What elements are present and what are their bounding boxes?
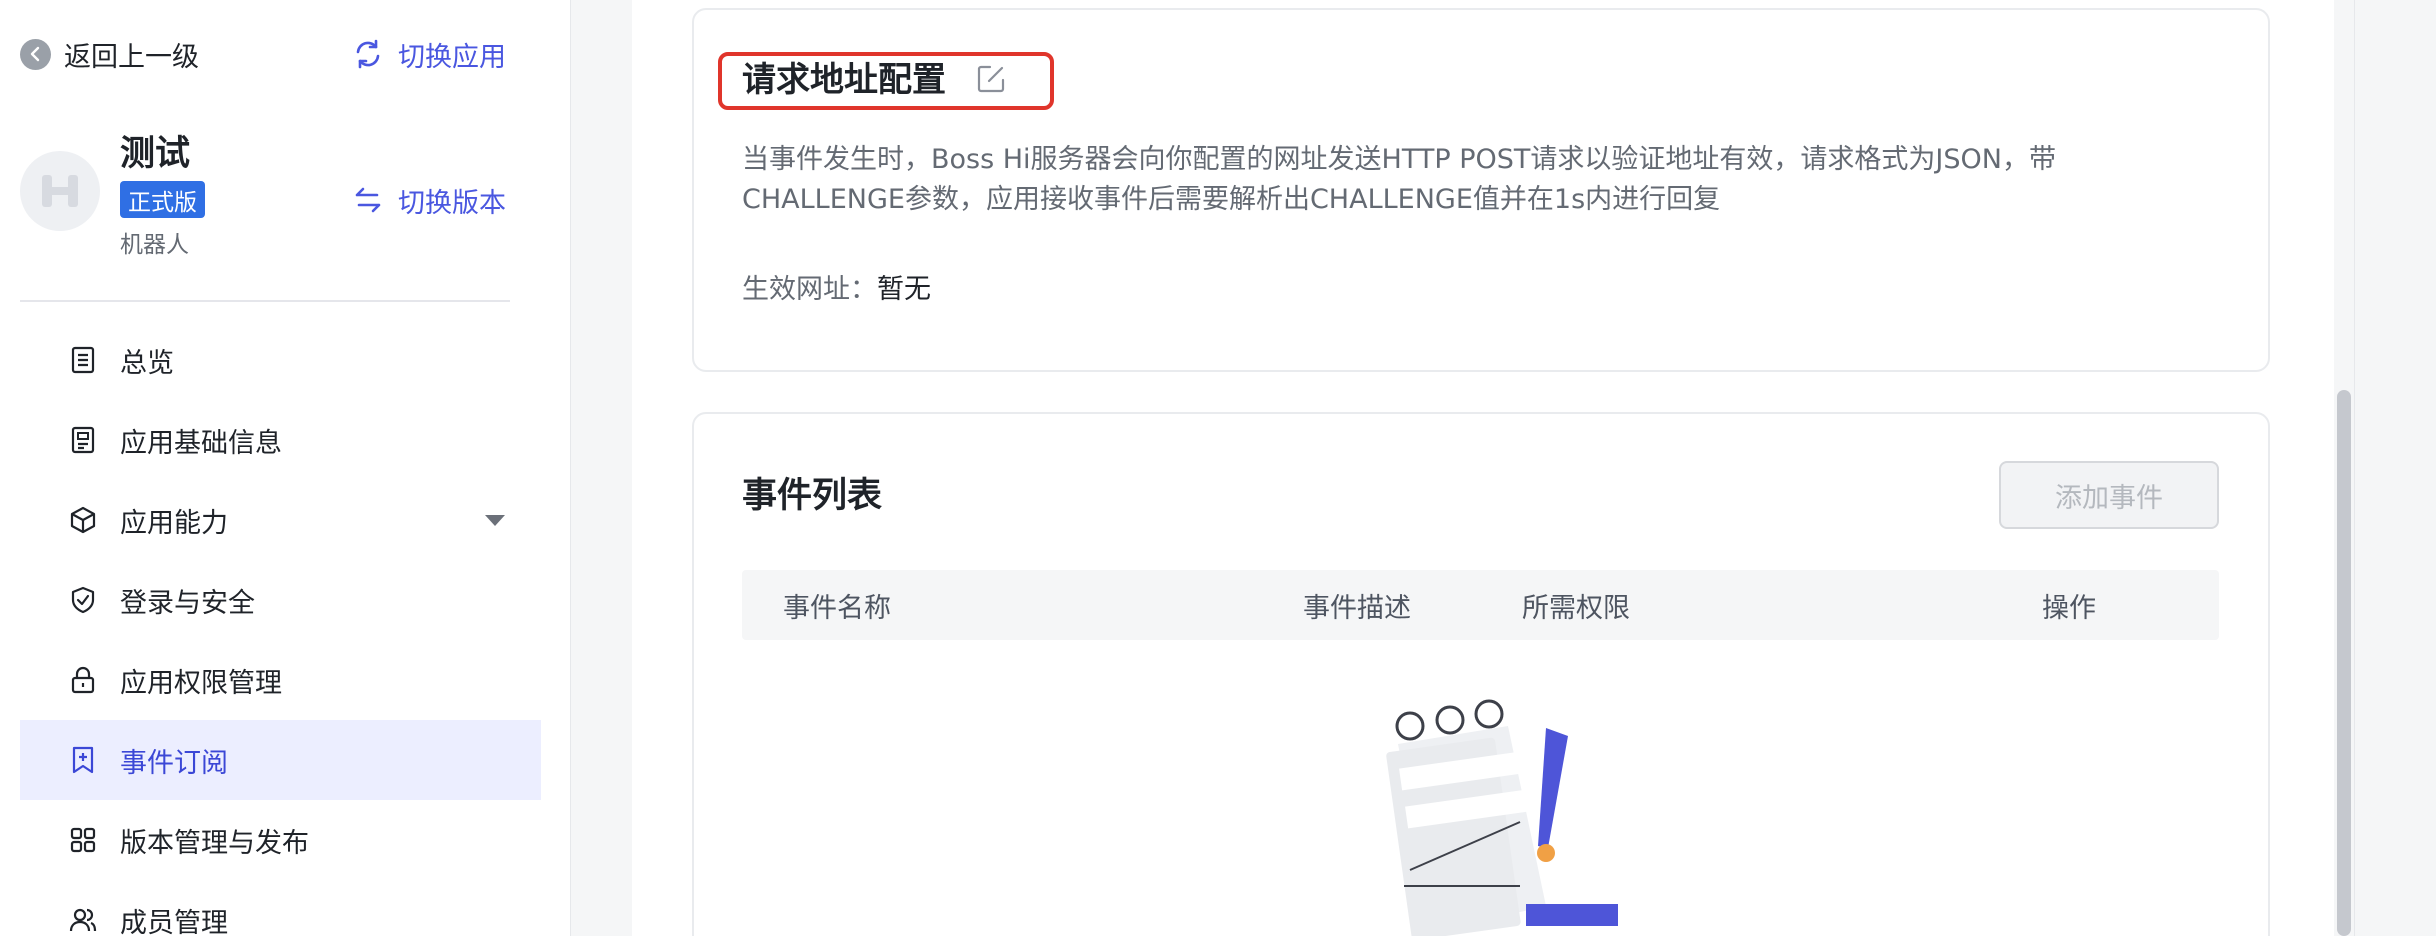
version-badge: 正式版 — [120, 181, 205, 218]
grid-icon — [70, 827, 96, 853]
sidebar-item-basic-info[interactable]: 应用基础信息 — [20, 400, 541, 480]
sidebar-item-label: 总览 — [120, 347, 174, 379]
sidebar-item-members[interactable]: 成员管理 — [20, 880, 541, 936]
sidebar-item-label: 事件订阅 — [120, 747, 228, 779]
switch-version-label: 切换版本 — [398, 187, 506, 219]
sidebar-item-login-security[interactable]: 登录与安全 — [20, 560, 541, 640]
sidebar-item-overview[interactable]: 总览 — [20, 320, 541, 400]
sidebar-item-label: 成员管理 — [120, 907, 228, 936]
sidebar-item-label: 应用权限管理 — [120, 667, 282, 699]
info-card-icon — [71, 426, 95, 454]
divider — [20, 300, 510, 302]
sidebar-item-label: 版本管理与发布 — [120, 827, 309, 859]
swap-arrows-icon — [355, 187, 381, 213]
avatar — [20, 151, 100, 231]
column-header-actions: 操作 — [2042, 592, 2096, 624]
column-header-permission: 所需权限 — [1522, 592, 1630, 624]
add-event-button[interactable]: 添加事件 — [1999, 461, 2219, 529]
shield-check-icon — [71, 586, 95, 614]
effective-url-value: 暂无 — [877, 274, 931, 305]
switch-app-label: 切换应用 — [398, 41, 506, 73]
sidebar: 返回上一级 切换应用 测试 正式版 机器人 切换版本 总览 应用基础信息 应用能… — [0, 0, 571, 936]
sidebar-item-version-release[interactable]: 版本管理与发布 — [20, 800, 541, 880]
cube-icon — [70, 506, 96, 534]
sidebar-nav: 总览 应用基础信息 应用能力 登录与安全 应用权限管理 事件订阅 版本管理与发布… — [20, 320, 541, 936]
back-button[interactable]: 返回上一级 — [20, 34, 199, 74]
app-type: 机器人 — [120, 232, 189, 258]
event-list-title: 事件列表 — [742, 476, 883, 516]
scrollbar-thumb[interactable] — [2337, 390, 2351, 936]
column-header-event-desc: 事件描述 — [1303, 592, 1411, 624]
sidebar-item-event-subscription[interactable]: 事件订阅 — [20, 720, 541, 800]
document-list-icon — [71, 346, 95, 374]
edit-icon[interactable] — [974, 62, 1008, 96]
empty-state-illustration — [1386, 699, 1618, 936]
effective-url-label: 生效网址： — [742, 274, 877, 305]
refresh-icon — [356, 39, 380, 69]
scrollbar-track[interactable] — [2354, 0, 2436, 936]
switch-version-button[interactable]: 切换版本 — [352, 180, 506, 220]
switch-app-button[interactable]: 切换应用 — [352, 34, 506, 74]
effective-url: 生效网址：暂无 — [742, 272, 931, 308]
description-text: 当事件发生时，Boss Hi服务器会向你配置的网址发送HTTP POST请求以验… — [742, 144, 2056, 215]
lock-icon — [71, 666, 95, 694]
back-label: 返回上一级 — [64, 41, 199, 73]
app-name: 测试 — [120, 134, 191, 174]
sidebar-item-label: 应用能力 — [120, 507, 228, 539]
table-header: 事件名称 事件描述 所需权限 操作 — [742, 570, 2219, 640]
sidebar-item-permissions[interactable]: 应用权限管理 — [20, 640, 541, 720]
column-header-event-name: 事件名称 — [783, 592, 891, 624]
users-icon — [69, 908, 97, 932]
sidebar-item-capabilities[interactable]: 应用能力 — [20, 480, 541, 560]
section-title: 请求地址配置 — [742, 60, 946, 100]
back-arrow-icon — [20, 38, 51, 70]
chevron-down-icon[interactable] — [485, 514, 505, 526]
bookmark-plus-icon — [72, 746, 94, 774]
sidebar-item-label: 应用基础信息 — [120, 427, 282, 459]
sidebar-item-label: 登录与安全 — [120, 587, 255, 619]
app-logo-icon — [42, 175, 78, 207]
